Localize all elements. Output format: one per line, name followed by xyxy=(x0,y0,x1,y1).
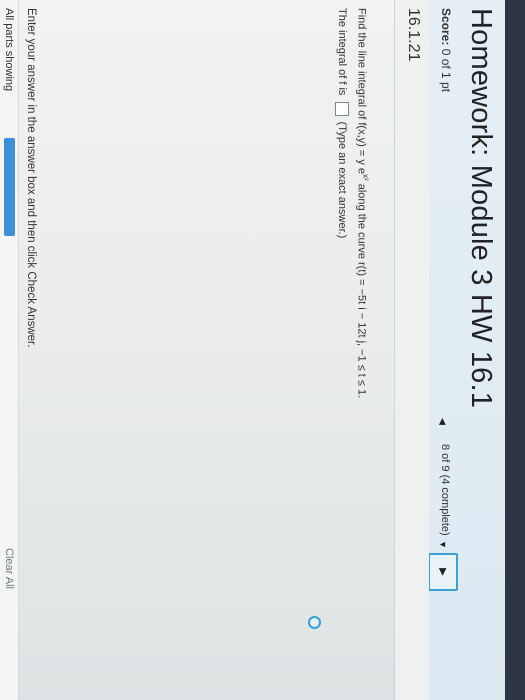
answer-line: The integral of f is (Type an exact answ… xyxy=(334,8,349,238)
instruction-text: Enter your answer in the answer box and … xyxy=(25,8,37,348)
triangle-right-icon: ▶ xyxy=(437,568,449,576)
prompt-start: Find the line integral of f(x,y) = y e xyxy=(355,8,368,174)
question-prompt: Find the line integral of f(x,y) = y ex²… xyxy=(353,8,371,398)
answer-prefix: The integral of f is xyxy=(336,8,348,96)
circle-icon xyxy=(308,616,321,629)
check-answer-button[interactable] xyxy=(4,138,15,236)
score: Score: 0 of 1 pt xyxy=(439,8,453,92)
question-list-dropdown-icon[interactable]: ▼ xyxy=(438,540,448,549)
footer-bar: All parts showing Clear All xyxy=(0,0,19,700)
page-title: Homework: Module 3 HW 16.1 xyxy=(465,8,497,409)
prompt-end: along the curve r(t) = −5t i − 12t j, −1… xyxy=(355,180,368,399)
answer-input[interactable] xyxy=(334,101,349,116)
question-progress[interactable]: 8 of 9 (4 complete) xyxy=(439,444,451,536)
clear-all-button[interactable]: Clear All xyxy=(3,548,15,589)
parts-showing-label: All parts showing xyxy=(3,8,15,92)
score-value: 0 of 1 pt xyxy=(439,48,453,93)
next-question-button[interactable]: ▶ xyxy=(428,553,458,591)
question-id: 16.1.21 xyxy=(405,8,422,62)
score-label: Score: xyxy=(439,8,453,46)
prompt-exponent: x² xyxy=(361,174,370,181)
previous-question-icon[interactable]: ◀ xyxy=(437,418,448,425)
homework-header: Homework: Module 3 HW 16.1 Score: 0 of 1… xyxy=(428,0,505,700)
homework-screen: Homework: Module 3 HW 16.1 Score: 0 of 1… xyxy=(0,0,505,700)
answer-hint: (Type an exact answer.) xyxy=(336,121,348,239)
question-id-bar: 16.1.21 xyxy=(394,0,429,700)
